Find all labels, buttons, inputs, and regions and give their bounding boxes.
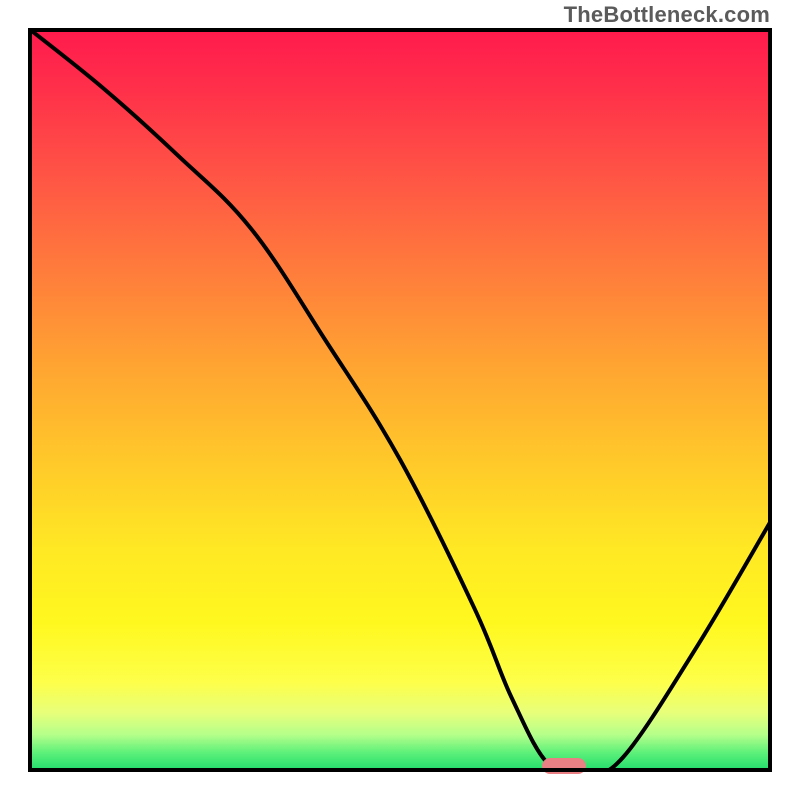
watermark-text: TheBottleneck.com [564, 2, 770, 28]
chart-frame [28, 28, 772, 772]
chart-background-gradient [28, 28, 772, 772]
